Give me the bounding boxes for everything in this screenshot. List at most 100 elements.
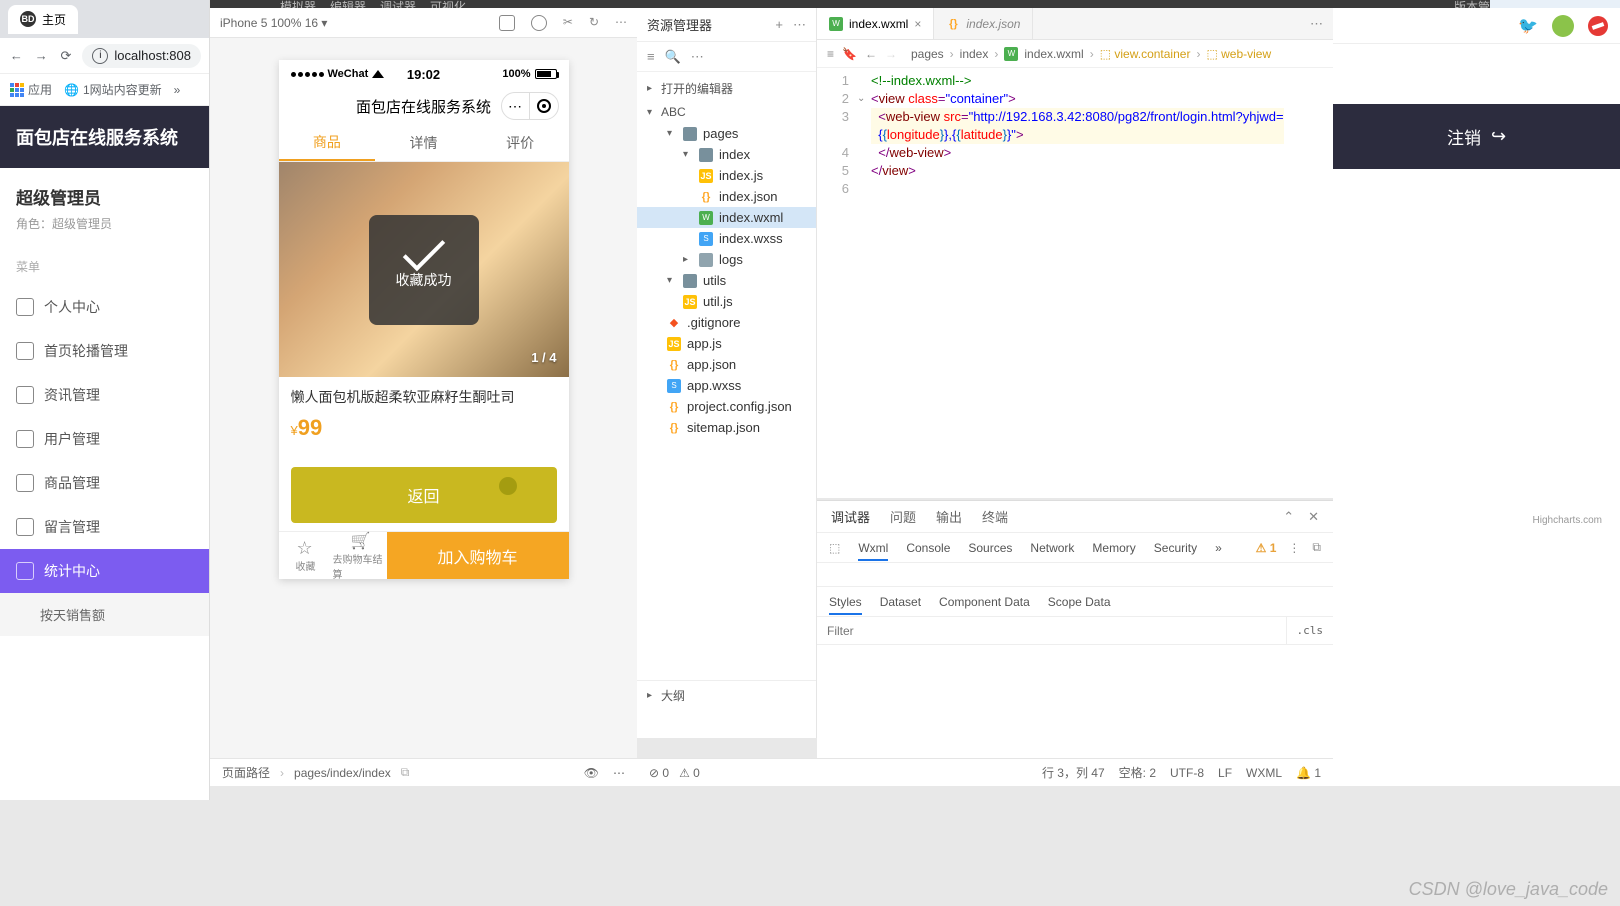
project-root[interactable]: ▾ABC [637,101,816,123]
sidebar-item-products[interactable]: 商品管理 [0,461,209,505]
editor-tab-json[interactable]: {} index.json [934,8,1033,39]
devtab-wxml[interactable]: Wxml [858,541,888,561]
encoding-info[interactable]: UTF-8 [1170,766,1204,780]
file-index-wxss[interactable]: Sindex.wxss [637,228,816,249]
styletab-styles[interactable]: Styles [829,595,862,615]
avatar-icon[interactable] [1552,15,1574,37]
outline-section[interactable]: ▸大纲 [637,680,816,710]
file-index-json[interactable]: {}index.json [637,186,816,207]
open-editors-section[interactable]: ▸打开的编辑器 [637,76,816,101]
editor-more-icon[interactable]: ⋯ [1310,16,1323,32]
cut-icon[interactable]: ✂ [563,15,573,31]
devtab-sources[interactable]: Sources [968,541,1012,555]
add-file-icon[interactable]: + [775,17,783,33]
folder-index[interactable]: ▾index [637,144,816,165]
file-app-js[interactable]: JSapp.js [637,333,816,354]
bc-list-icon[interactable]: ≡ [827,47,834,61]
error-count[interactable]: ⊘ 0 [649,766,669,780]
explorer-more-icon[interactable]: ⋯ [793,17,806,33]
search-icon[interactable]: 🔍 [665,49,681,65]
devtab-network[interactable]: Network [1030,541,1074,555]
file-app-wxss[interactable]: Sapp.wxss [637,375,816,396]
more-icon[interactable]: ⋯ [613,766,625,780]
goto-cart-button[interactable]: 去购物车结算 [333,532,387,579]
capsule-close-icon[interactable] [530,93,558,119]
warning-count[interactable]: ⚠ 0 [679,766,700,780]
search-more-icon[interactable]: ⋯ [691,49,704,65]
bc-view[interactable]: ⬚ view.container [1100,47,1191,61]
devtab-more-icon[interactable]: » [1215,541,1222,555]
eye-icon[interactable]: 👁 [584,766,599,780]
settings-icon[interactable]: ⋮ [1288,541,1300,555]
devtab-console[interactable]: Console [906,541,950,555]
bookmark-more[interactable]: » [174,83,181,97]
indent-info[interactable]: 空格: 2 [1119,764,1156,781]
devtab-security[interactable]: Security [1154,541,1197,555]
bird-icon[interactable]: 🐦 [1518,16,1538,36]
bc-file[interactable]: index.wxml [1024,47,1083,61]
sidebar-item-messages[interactable]: 留言管理 [0,505,209,549]
device-selector[interactable]: iPhone 5 100% 16 ▾ [220,16,499,30]
tab-detail[interactable]: 详情 [375,124,472,161]
more-icon[interactable]: ⋯ [615,15,627,31]
tab-review[interactable]: 评价 [472,124,569,161]
lang-info[interactable]: WXML [1246,766,1282,780]
favorite-button[interactable]: 收藏 [279,532,333,579]
file-index-wxml[interactable]: Windex.wxml [637,207,816,228]
bc-back-icon[interactable]: ← [865,47,877,61]
sidebar-item-banner[interactable]: 首页轮播管理 [0,329,209,373]
reload-icon[interactable]: ⟳ [58,44,75,68]
eol-info[interactable]: LF [1218,766,1232,780]
sidebar-item-users[interactable]: 用户管理 [0,417,209,461]
bc-bookmark-icon[interactable]: 🔖 [842,47,857,61]
folder-logs[interactable]: ▸logs [637,249,816,270]
bc-forward-icon[interactable]: → [885,47,897,61]
sidebar-item-news[interactable]: 资讯管理 [0,373,209,417]
file-index-js[interactable]: JSindex.js [637,165,816,186]
close-panel-icon[interactable]: ✕ [1308,509,1319,525]
capsule-more-icon[interactable]: ⋯ [502,93,530,119]
back-icon[interactable]: ← [8,44,25,68]
styles-filter-input[interactable] [817,617,1286,644]
notification-count[interactable]: 🔔 1 [1296,766,1321,780]
warning-badge[interactable]: ⚠ 1 [1256,541,1277,555]
bookmark-site[interactable]: 🌐 1网站内容更新 [64,81,162,98]
inspect-icon[interactable]: ⬚ [829,541,840,555]
sidebar-item-stats[interactable]: 统计中心 [0,549,209,593]
file-sitemap[interactable]: {}sitemap.json [637,417,816,438]
file-project-config[interactable]: {}project.config.json [637,396,816,417]
sidebar-subitem-daily-sales[interactable]: 按天销售额 [0,593,209,636]
bc-index[interactable]: index [960,47,989,61]
dock-icon[interactable]: ⧉ [1312,540,1321,555]
cls-button[interactable]: .cls [1286,617,1334,644]
file-gitignore[interactable]: ◆.gitignore [637,312,816,333]
stop-icon[interactable] [1588,16,1608,36]
folder-pages[interactable]: ▾pages [637,123,816,144]
file-app-json[interactable]: {}app.json [637,354,816,375]
copy-path-icon[interactable]: ⧉ [401,765,410,780]
styletab-component[interactable]: Component Data [939,595,1030,609]
close-tab-icon[interactable]: × [914,17,921,31]
add-to-cart-button[interactable]: 加入购物车 [387,532,569,579]
url-bar[interactable]: i localhost:808 [82,44,201,68]
browser-tab[interactable]: BD 主页 [8,5,78,34]
tab-terminal[interactable]: 终端 [982,507,1008,526]
collapse-icon[interactable]: ⌃ [1283,509,1294,525]
code-editor[interactable]: 123456 ⌄ <!--index.wxml--> <view class="… [817,68,1333,202]
editor-tab-wxml[interactable]: W index.wxml × [817,8,934,39]
tab-product[interactable]: 商品 [279,124,376,161]
devtab-memory[interactable]: Memory [1092,541,1135,555]
file-util-js[interactable]: JSutil.js [637,291,816,312]
tab-problems[interactable]: 问题 [890,507,916,526]
folder-utils[interactable]: ▾utils [637,270,816,291]
cursor-position[interactable]: 行 3，列 47 [1042,764,1105,781]
bc-pages[interactable]: pages [911,47,944,61]
sidebar-item-profile[interactable]: 个人中心 [0,285,209,329]
back-button[interactable]: 返回 [291,467,557,523]
record-icon[interactable] [531,15,547,31]
styletab-dataset[interactable]: Dataset [880,595,921,609]
collapse-icon[interactable]: ≡ [647,49,655,64]
tab-debugger[interactable]: 调试器 [831,507,870,526]
tab-output[interactable]: 输出 [936,507,962,526]
rotate-icon[interactable]: ↻ [589,15,599,31]
